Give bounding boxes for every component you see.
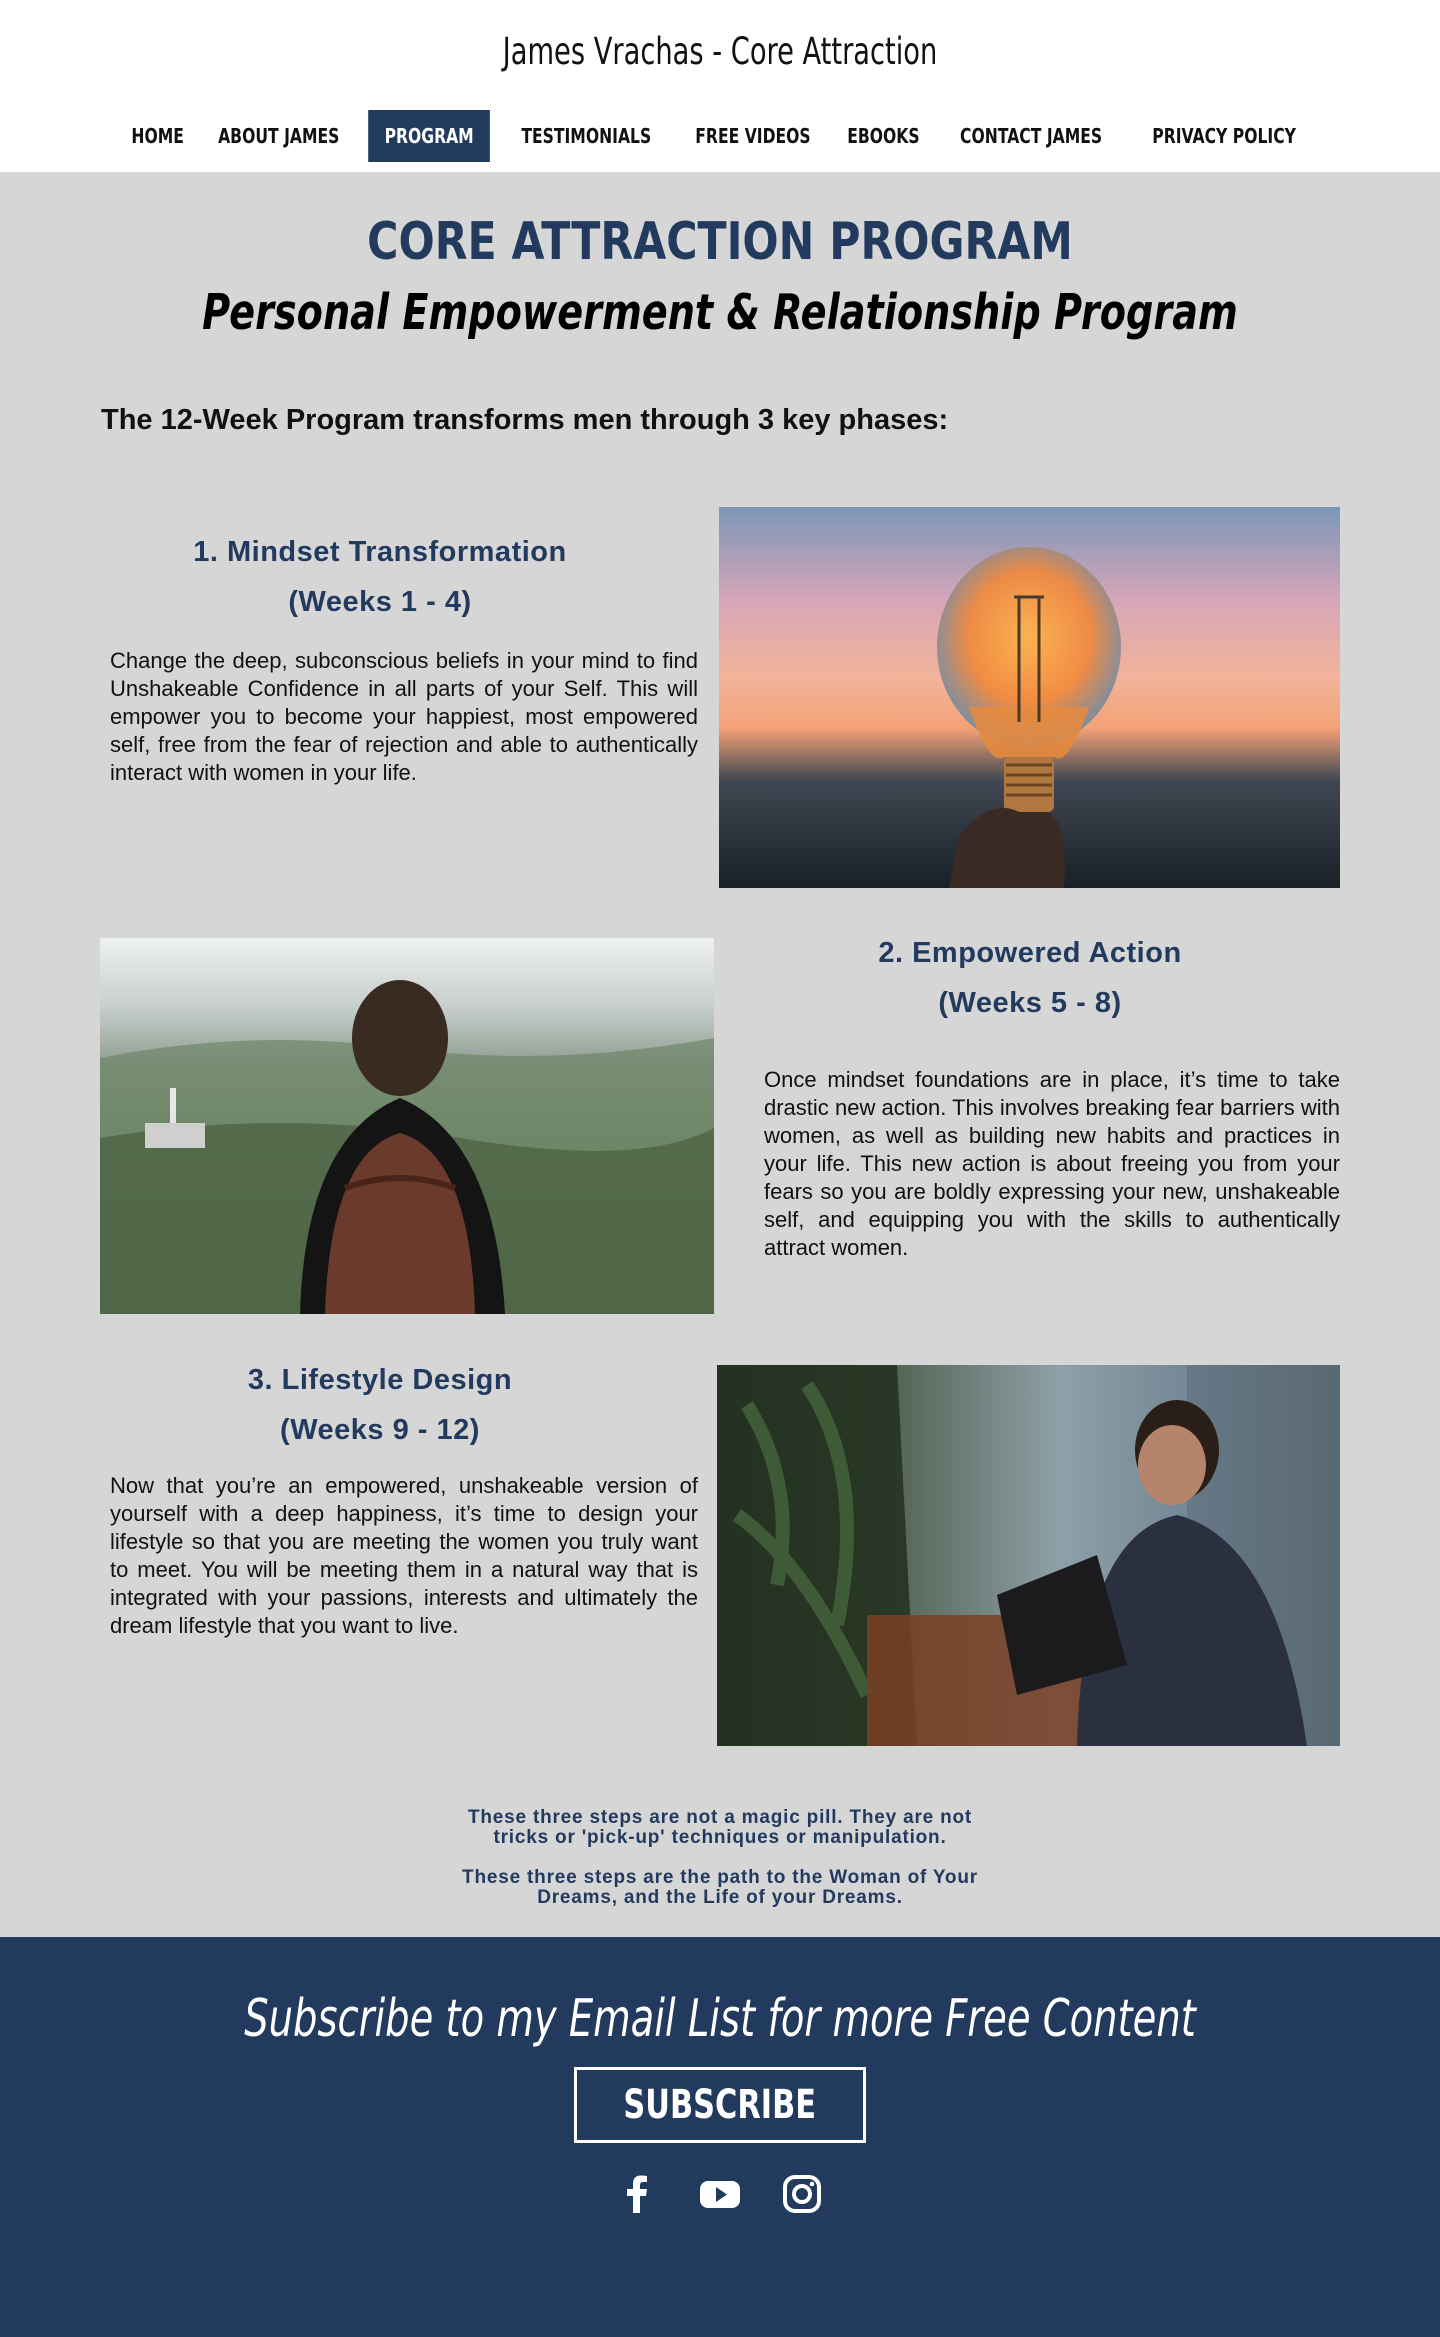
nav-testimonials[interactable]: TESTIMONIALS [509,110,662,162]
nav-ebooks[interactable]: EBOOKS [836,110,932,162]
closing-note-2-line2: Dreams, and the Life of your Dreams. [537,1887,903,1908]
phase-2-text: Once mindset foundations are in place, i… [764,1067,1340,1260]
phase-2-weeks: (Weeks 5 - 8) [938,987,1122,1019]
nav-program[interactable]: PROGRAM [368,110,491,162]
lightbulb-illustration [937,547,1121,888]
phase-3-text: Now that you’re an empowered, unshakeabl… [110,1473,698,1638]
site-footer: Subscribe to my Email List for more Free… [0,1937,1440,2337]
lightbulb-photo [719,507,1340,888]
phase-3-title: 3. Lifestyle Design [247,1364,513,1396]
nav-privacy-policy[interactable]: PRIVACY POLICY [1141,110,1308,162]
hiker-illustration [100,980,714,1314]
nav-about-james[interactable]: ABOUT JAMES [206,110,351,162]
phase-1-heading: 1. Mindset Transformation (Weeks 1 - 4) [110,527,650,627]
nav-contact-james[interactable]: CONTACT JAMES [948,110,1113,162]
closing-note-2-line1: These three steps are the path to the Wo… [462,1867,978,1888]
hiker-backpack-photo [100,938,714,1314]
main-nav: HOME ABOUT JAMES PROGRAM TESTIMONIALS FR… [0,110,1440,162]
laptop-illustration [717,1365,1340,1746]
facebook-icon[interactable] [617,2173,659,2215]
site-header: James Vrachas - Core Attraction HOME ABO… [0,0,1440,172]
nav-home[interactable]: HOME [119,110,195,162]
youtube-icon[interactable] [697,2173,743,2215]
man-with-laptop-photo [717,1365,1340,1746]
page-title: CORE ATTRACTION PROGRAM [367,212,1073,272]
subscribe-button[interactable]: SUBSCRIBE [574,2067,866,2143]
subscribe-button-label: SUBSCRIBE [623,2082,817,2128]
site-title[interactable]: James Vrachas - Core Attraction [130,30,1311,73]
subscribe-heading: Subscribe to my Email List for more Free… [244,1989,1196,2049]
main-content: CORE ATTRACTION PROGRAM Personal Empower… [0,172,1440,1937]
program-intro: The 12-Week Program transforms men throu… [101,404,949,436]
phase-2-title: 2. Empowered Action [878,937,1182,969]
closing-note-1-line1: These three steps are not a magic pill. … [467,1807,973,1828]
phase-1-weeks: (Weeks 1 - 4) [288,586,472,618]
phase-3-weeks: (Weeks 9 - 12) [280,1414,480,1446]
closing-note-1-line2: tricks or 'pick-up' techniques or manipu… [493,1827,947,1848]
closing-note-1: These three steps are not a magic pill. … [0,1808,1440,1848]
social-links [0,2173,1440,2215]
phase-3-heading: 3. Lifestyle Design (Weeks 9 - 12) [110,1355,650,1455]
instagram-icon[interactable] [781,2173,823,2215]
phase-1-text: Change the deep, subconscious beliefs in… [110,648,698,785]
page-subtitle: Personal Empowerment & Relationship Prog… [202,284,1238,341]
phase-2-heading: 2. Empowered Action (Weeks 5 - 8) [760,928,1300,1028]
phase-1-title: 1. Mindset Transformation [193,536,567,568]
closing-note-2: These three steps are the path to the Wo… [0,1868,1440,1908]
nav-free-videos[interactable]: FREE VIDEOS [684,110,823,162]
